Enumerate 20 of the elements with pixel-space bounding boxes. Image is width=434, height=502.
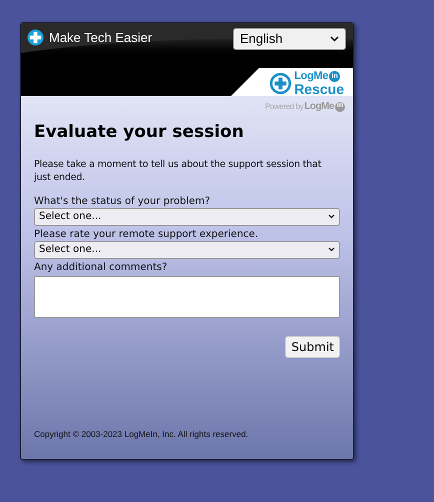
logo-text: LogMe: [294, 71, 328, 82]
language-select[interactable]: English: [233, 28, 346, 50]
copyright-text: Copyright © 2003-2023 LogMeIn, Inc. All rights reserved.: [34, 428, 250, 441]
intro-text: Please take a moment to tell us about the support session that just ended.: [34, 158, 322, 184]
product-name: Rescue: [294, 82, 344, 96]
dropdown-field[interactable]: Select one...: [34, 208, 340, 226]
plus-circle-icon: [27, 29, 44, 46]
dropdown-field[interactable]: Select one...: [34, 240, 340, 258]
window-title: Make Tech Easier: [49, 29, 152, 47]
chevron-down-icon: [330, 36, 339, 42]
powered-by-text: Powered by: [265, 100, 304, 112]
submit-button[interactable]: Submit: [285, 336, 340, 358]
comments-field[interactable]: [34, 276, 340, 318]
chevron-down-icon: [328, 214, 335, 219]
field-label: Any additional comments?: [34, 260, 168, 274]
field-label: What's the status of your problem?: [34, 194, 212, 208]
field-label: Please rate your remote support experience.: [34, 228, 260, 240]
form-heading: Evaluate your session: [34, 121, 245, 144]
chevron-down-icon: [328, 247, 335, 252]
powered-by-brand: LogMe: [304, 100, 334, 114]
